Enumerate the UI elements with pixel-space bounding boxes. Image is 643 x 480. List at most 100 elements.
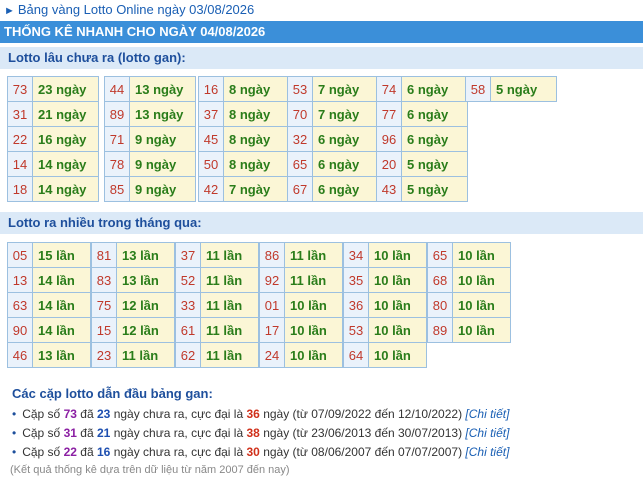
times-appeared: 10 lần [284, 342, 343, 368]
lotto-number[interactable]: 61 [175, 317, 201, 343]
pair-number: 73 [63, 407, 77, 421]
lotto-number[interactable]: 80 [427, 292, 453, 318]
lotto-number[interactable]: 18 [7, 176, 33, 202]
pair-text: ngày chưa ra, cực đại là [113, 426, 244, 440]
lotto-number[interactable]: 20 [376, 151, 402, 177]
lotto-number[interactable]: 34 [343, 242, 369, 268]
times-appeared: 11 lần [200, 267, 259, 293]
lotto-number[interactable]: 35 [343, 267, 369, 293]
lotto-number[interactable]: 31 [7, 101, 33, 127]
lotto-number[interactable]: 96 [376, 126, 402, 152]
lotto-number[interactable]: 23 [91, 342, 117, 368]
pair-detail-link[interactable]: [Chi tiết] [465, 407, 509, 421]
table-row: 67 6 ngày [287, 176, 379, 202]
lotto-number[interactable]: 92 [259, 267, 285, 293]
lotto-number[interactable]: 13 [7, 267, 33, 293]
lotto-number[interactable]: 85 [104, 176, 130, 202]
lotto-number[interactable]: 46 [7, 342, 33, 368]
lotto-number[interactable]: 52 [175, 267, 201, 293]
frequent-group-4: 86 11 lần 92 11 lần 01 10 lần 17 10 lần 24 10 lần [259, 242, 343, 368]
lotto-number[interactable]: 37 [175, 242, 201, 268]
days-absent: 9 ngày [129, 176, 196, 202]
lotto-number[interactable]: 22 [7, 126, 33, 152]
table-row: 35 10 lần [343, 267, 427, 293]
pair-item: • Cặp số 73 đã 23 ngày chưa ra, cực đại l… [12, 405, 509, 424]
days-absent: 9 ngày [129, 151, 196, 177]
days-absent: 6 ngày [401, 76, 468, 102]
gan-group-1: 73 23 ngày 31 21 ngày 22 16 ngày 14 14 ngày 18 14… [7, 76, 99, 202]
pair-item: • Cặp số 31 đã 21 ngày chưa ra, cực đại l… [12, 424, 509, 443]
pair-text: đã [80, 426, 94, 440]
lotto-number[interactable]: 14 [7, 151, 33, 177]
gan-group-2: 44 13 ngày 89 13 ngày 71 9 ngày 78 9 ngày 85 9 ng… [104, 76, 196, 202]
lotto-number[interactable]: 45 [198, 126, 224, 152]
table-row: 14 14 ngày [7, 151, 99, 177]
table-row: 20 5 ngày [376, 151, 468, 177]
times-appeared: 11 lần [200, 242, 259, 268]
table-row: 15 12 lần [91, 317, 175, 343]
times-appeared: 11 lần [284, 267, 343, 293]
lotto-number[interactable]: 65 [427, 242, 453, 268]
lotto-number[interactable]: 33 [175, 292, 201, 318]
times-appeared: 13 lần [116, 242, 175, 268]
pair-detail-link[interactable]: [Chi tiết] [465, 426, 509, 440]
bullet-icon: • [12, 445, 17, 459]
lotto-number[interactable]: 68 [427, 267, 453, 293]
lotto-number[interactable]: 71 [104, 126, 130, 152]
lotto-number[interactable]: 58 [465, 76, 491, 102]
pair-max: 36 [246, 407, 260, 421]
lotto-number[interactable]: 05 [7, 242, 33, 268]
pair-number: 22 [63, 445, 77, 459]
lotto-number[interactable]: 17 [259, 317, 285, 343]
table-row: 63 14 lần [7, 292, 91, 318]
lotto-number[interactable]: 65 [287, 151, 313, 177]
lotto-number[interactable]: 37 [198, 101, 224, 127]
lotto-number[interactable]: 63 [7, 292, 33, 318]
lotto-number[interactable]: 44 [104, 76, 130, 102]
lotto-number[interactable]: 50 [198, 151, 224, 177]
lotto-number[interactable]: 86 [259, 242, 285, 268]
table-row: 65 6 ngày [287, 151, 379, 177]
lotto-number[interactable]: 53 [343, 317, 369, 343]
lotto-number[interactable]: 32 [287, 126, 313, 152]
top-link[interactable]: ► Bảng vàng Lotto Online ngày 03/08/2026 [4, 1, 254, 19]
times-appeared: 15 lần [32, 242, 91, 268]
lotto-number[interactable]: 89 [104, 101, 130, 127]
lotto-number[interactable]: 90 [7, 317, 33, 343]
lotto-number[interactable]: 15 [91, 317, 117, 343]
lotto-number[interactable]: 89 [427, 317, 453, 343]
pair-prefix: Cặp số [22, 445, 61, 459]
lotto-number[interactable]: 43 [376, 176, 402, 202]
table-row: 62 11 lần [175, 342, 259, 368]
pair-max: 30 [246, 445, 260, 459]
lotto-number[interactable]: 01 [259, 292, 285, 318]
lotto-number[interactable]: 24 [259, 342, 285, 368]
lotto-number[interactable]: 67 [287, 176, 313, 202]
lotto-number[interactable]: 77 [376, 101, 402, 127]
lotto-number[interactable]: 16 [198, 76, 224, 102]
lotto-number[interactable]: 53 [287, 76, 313, 102]
lotto-number[interactable]: 42 [198, 176, 224, 202]
lotto-number[interactable]: 75 [91, 292, 117, 318]
lotto-number[interactable]: 62 [175, 342, 201, 368]
times-appeared: 14 lần [32, 292, 91, 318]
pair-days: 16 [96, 445, 111, 459]
pair-detail-link[interactable]: [Chi tiết] [465, 445, 509, 459]
lotto-number[interactable]: 70 [287, 101, 313, 127]
table-row: 13 14 lần [7, 267, 91, 293]
lotto-number[interactable]: 36 [343, 292, 369, 318]
lotto-number[interactable]: 64 [343, 342, 369, 368]
times-appeared: 11 lần [116, 342, 175, 368]
days-absent: 13 ngày [129, 76, 196, 102]
days-absent: 5 ngày [490, 76, 557, 102]
lotto-number[interactable]: 81 [91, 242, 117, 268]
lotto-number[interactable]: 74 [376, 76, 402, 102]
lotto-number[interactable]: 73 [7, 76, 33, 102]
days-absent: 14 ngày [32, 176, 99, 202]
times-appeared: 10 lần [368, 242, 427, 268]
table-row: 34 10 lần [343, 242, 427, 268]
table-row: 31 21 ngày [7, 101, 99, 127]
page-header: THỐNG KÊ NHANH CHO NGÀY 04/08/2026 [0, 21, 643, 43]
lotto-number[interactable]: 78 [104, 151, 130, 177]
lotto-number[interactable]: 83 [91, 267, 117, 293]
